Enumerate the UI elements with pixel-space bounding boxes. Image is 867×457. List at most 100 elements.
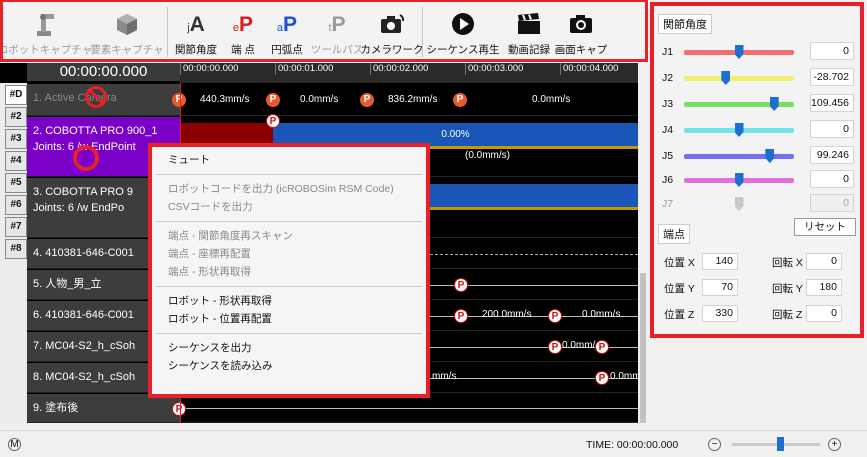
keyframe-marker[interactable]: P	[172, 402, 186, 416]
track-tab[interactable]: #3	[5, 129, 27, 149]
endpoint-button[interactable]: eP 端 点	[224, 2, 262, 59]
time-ruler[interactable]: 00:00:00.000 00:00:01.000 00:00:02.000 0…	[180, 63, 638, 83]
menu-item-robot-reacquire-shape[interactable]: ロボット - 形状再取得	[152, 292, 426, 310]
keyframe-marker[interactable]: P	[453, 93, 467, 107]
keyframe-marker[interactable]: P	[548, 309, 562, 323]
keyframe-marker[interactable]: P	[454, 278, 468, 292]
track-row[interactable]: 1. Active Camera P 440.3mm/s P 0.0mm/s P…	[27, 84, 638, 116]
track-lane[interactable]: P	[172, 394, 638, 422]
joint-label: J7	[662, 198, 674, 210]
pos-x-field[interactable]: 140	[702, 253, 738, 270]
track-tab[interactable]: #2	[5, 107, 27, 127]
slider-track	[684, 76, 794, 81]
joint-slider[interactable]	[684, 45, 794, 59]
keyframe-marker[interactable]: P	[266, 114, 280, 128]
joint-slider[interactable]	[684, 173, 794, 187]
screen-capture-button[interactable]: 画面キャプ	[554, 2, 608, 59]
keyframe-marker[interactable]: P	[172, 93, 186, 107]
camera-work-button[interactable]: カメラワーク	[361, 2, 424, 59]
track-tab[interactable]: #4	[5, 151, 27, 171]
rot-z-field[interactable]: 0	[806, 305, 842, 322]
track-tab[interactable]: #7	[5, 217, 27, 237]
joint-row: J2 -28.702	[660, 68, 856, 90]
play-icon	[451, 10, 475, 38]
rot-x-field[interactable]: 0	[806, 253, 842, 270]
camera-icon	[379, 10, 405, 38]
menu-item-robot-relocate[interactable]: ロボット - 位置再配置	[152, 310, 426, 328]
zoom-out-icon[interactable]: −	[708, 438, 721, 451]
arc-point-button[interactable]: aP 円弧点	[262, 2, 312, 59]
keyframe-marker[interactable]: P	[454, 309, 468, 323]
rot-y-label: 回転 Y	[772, 283, 803, 295]
capture-element-button[interactable]: 要素キャプチャ	[87, 2, 167, 59]
joint-slider[interactable]	[684, 123, 794, 137]
scrollbar-thumb[interactable]	[640, 273, 646, 423]
timeline-scrollbar[interactable]	[638, 63, 648, 423]
joint-slider[interactable]	[684, 71, 794, 85]
speed-label: mm/s	[432, 371, 457, 382]
keyframe-marker[interactable]: P	[548, 340, 562, 354]
menu-separator	[156, 333, 422, 334]
track-name: 9. 塗布後	[27, 394, 180, 422]
slider-thumb[interactable]	[734, 173, 744, 187]
track-row[interactable]: 9. 塗布後 P	[27, 394, 638, 423]
status-time: TIME: 00:00:00.000	[586, 439, 679, 451]
slider-thumb[interactable]	[769, 97, 779, 111]
joint-row: J6 0	[660, 170, 856, 192]
menu-item-reacquire-shape[interactable]: 端点 - 形状再取得	[152, 263, 426, 281]
mode-badge[interactable]: M	[8, 438, 21, 451]
pos-y-field[interactable]: 70	[702, 279, 738, 296]
joint-endpoint-panel: 関節角度 J1 0 J2 -28.702 J3 109.456 J4 0 J5 …	[650, 2, 864, 338]
keyframe-marker[interactable]: P	[595, 340, 609, 354]
screen-capture-label: 画面キャプ	[554, 44, 608, 56]
menu-item-relocate-coord[interactable]: 端点 - 座標再配置	[152, 245, 426, 263]
joint-angle-label: 関節角度	[175, 44, 217, 56]
track-lane[interactable]: P 440.3mm/s P 0.0mm/s P 836.2mm/s P 0.0m…	[172, 84, 638, 115]
zoom-slider-thumb[interactable]	[776, 437, 784, 451]
segment-percent: 0.00%	[441, 129, 470, 140]
speed-label: 0.0mm/s	[582, 309, 621, 320]
ruler-tick: 00:00:01.000	[275, 63, 333, 75]
slider-thumb[interactable]	[765, 149, 775, 163]
rot-y-field[interactable]: 180	[806, 279, 842, 296]
clapperboard-icon	[517, 10, 541, 38]
play-sequence-button[interactable]: シーケンス再生	[423, 2, 503, 59]
zoom-slider[interactable]	[732, 437, 820, 451]
zoom-in-icon[interactable]: +	[828, 438, 841, 451]
joint-angle-button[interactable]: jA 関節角度	[168, 2, 224, 59]
pos-z-label: 位置 Z	[664, 309, 695, 321]
track-tab[interactable]: #8	[5, 239, 27, 259]
keyframe-marker[interactable]: P	[360, 93, 374, 107]
slider-thumb[interactable]	[734, 123, 744, 137]
track-tab[interactable]: #D	[5, 85, 27, 105]
joint-value-field[interactable]: 0	[810, 120, 854, 138]
track-tab[interactable]: #5	[5, 173, 27, 193]
speed-label: 440.3mm/s	[200, 94, 250, 105]
slider-thumb[interactable]	[734, 45, 744, 59]
track-line	[180, 408, 638, 409]
menu-item-export-sequence[interactable]: シーケンスを出力	[152, 339, 426, 357]
joint-value-field[interactable]: 99.246	[810, 146, 854, 164]
joint-slider[interactable]	[684, 149, 794, 163]
track-tab[interactable]: #6	[5, 195, 27, 215]
ruler-tick: 00:00:04.000	[560, 63, 618, 75]
keyframe-marker[interactable]: P	[595, 371, 609, 385]
joint-angle-title: 関節角度	[658, 14, 712, 34]
menu-item-rescan-joint[interactable]: 端点 - 関節角度再スキャン	[152, 227, 426, 245]
tool-path-button[interactable]: tP ツールパス	[311, 2, 364, 59]
capture-robot-button[interactable]: ロボットキャプチャ	[3, 2, 92, 59]
joint-slider[interactable]	[684, 97, 794, 111]
menu-item-output-csv[interactable]: CSVコードを出力	[152, 198, 426, 216]
record-video-button[interactable]: 動画記録	[503, 2, 555, 59]
menu-item-mute[interactable]: ミュート	[152, 151, 426, 169]
menu-item-output-robot-code[interactable]: ロボットコードを出力 (icROBOSim RSM Code)	[152, 180, 426, 198]
slider-thumb[interactable]	[721, 71, 731, 85]
keyframe-marker[interactable]: P	[266, 93, 280, 107]
menu-item-import-sequence[interactable]: シーケンスを読み込み	[152, 357, 426, 375]
joint-value-field[interactable]: 109.456	[810, 94, 854, 112]
joint-value-field[interactable]: -28.702	[810, 68, 854, 86]
pos-z-field[interactable]: 330	[702, 305, 738, 322]
joint-value-field[interactable]: 0	[810, 170, 854, 188]
reset-button[interactable]: リセット	[794, 218, 856, 236]
joint-value-field[interactable]: 0	[810, 42, 854, 60]
